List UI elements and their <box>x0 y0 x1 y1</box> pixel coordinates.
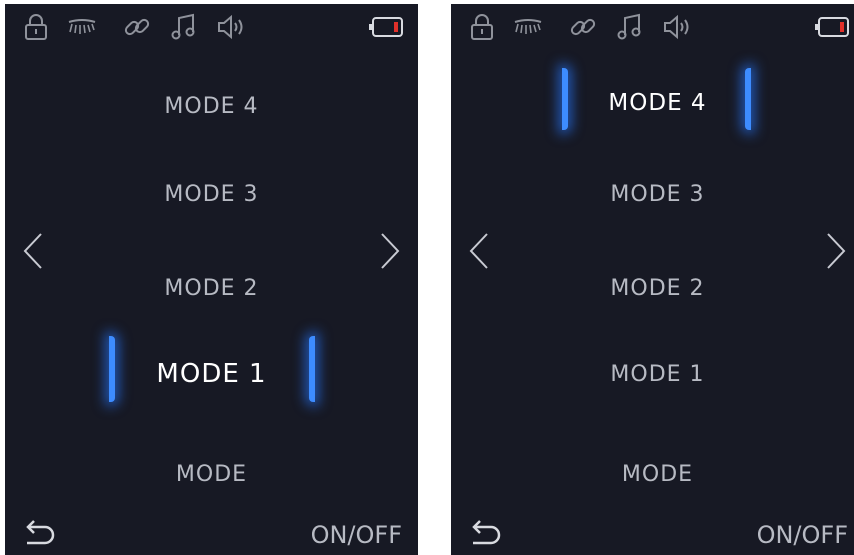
selection-glow-right <box>745 68 751 130</box>
speaker-icon <box>662 12 692 42</box>
music-icon <box>169 12 199 42</box>
battery-icon <box>368 15 404 39</box>
lashes-icon <box>513 12 543 42</box>
next-arrow-icon[interactable] <box>822 230 850 272</box>
previous-arrow-icon[interactable] <box>19 230 47 272</box>
mode-3-option[interactable]: MODE 3 <box>5 182 418 207</box>
mode-1-option[interactable]: MODE 1 <box>451 362 854 387</box>
mode-4-option[interactable]: MODE 4 <box>451 90 854 116</box>
mode-3-option[interactable]: MODE 3 <box>451 182 854 207</box>
selection-glow-right <box>309 336 315 402</box>
mode-2-option[interactable]: MODE 2 <box>451 276 854 301</box>
on-off-button[interactable]: ON/OFF <box>757 521 848 549</box>
back-icon[interactable] <box>467 517 503 551</box>
lock-icon <box>467 12 497 42</box>
status-bar <box>451 4 854 54</box>
on-off-button[interactable]: ON/OFF <box>311 521 402 549</box>
lashes-icon <box>67 12 97 42</box>
mode-1-option[interactable]: MODE 1 <box>5 359 418 389</box>
battery-icon <box>814 15 850 39</box>
previous-arrow-icon[interactable] <box>465 230 493 272</box>
mode-2-option[interactable]: MODE 2 <box>5 276 418 301</box>
device-screen-left: MODE 4 MODE 3 MODE 2 MODE 1 MODE ON/OFF <box>5 4 418 555</box>
next-arrow-icon[interactable] <box>376 230 404 272</box>
device-screen-right: MODE 4 MODE 3 MODE 2 MODE 1 MODE ON/OFF <box>451 4 854 555</box>
back-icon[interactable] <box>21 517 57 551</box>
mode-option[interactable]: MODE <box>5 462 418 487</box>
status-bar <box>5 4 418 54</box>
mode-option[interactable]: MODE <box>451 462 854 487</box>
link-icon <box>568 12 598 42</box>
lock-icon <box>21 12 51 42</box>
speaker-icon <box>216 12 246 42</box>
mode-4-option[interactable]: MODE 4 <box>5 94 418 119</box>
link-icon <box>122 12 152 42</box>
music-icon <box>615 12 645 42</box>
